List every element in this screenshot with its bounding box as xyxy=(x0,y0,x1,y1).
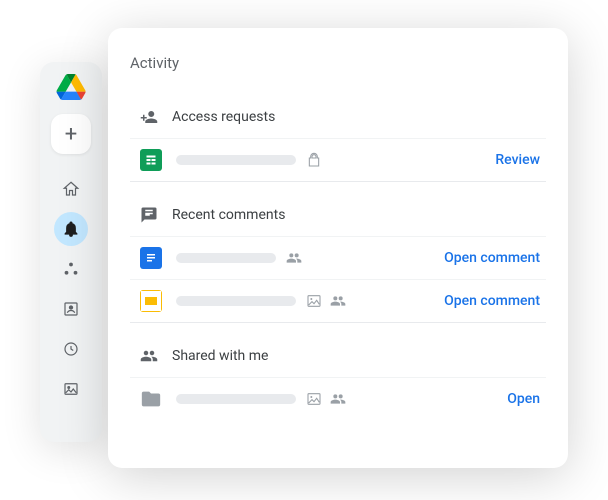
person-box-icon xyxy=(62,300,80,318)
photo-icon xyxy=(62,380,80,398)
people-icon xyxy=(330,293,346,309)
comment-icon xyxy=(140,206,158,224)
list-item[interactable]: Open comment xyxy=(130,236,546,279)
open-comment-link[interactable]: Open comment xyxy=(444,250,540,266)
new-button[interactable]: + xyxy=(51,114,91,154)
slides-icon xyxy=(140,290,162,312)
nav-activity[interactable] xyxy=(54,212,88,246)
clock-icon xyxy=(62,340,80,358)
activity-panel: Activity Access requests Review Recent c… xyxy=(108,28,568,468)
panel-title: Activity xyxy=(130,54,546,72)
section-label: Shared with me xyxy=(172,348,268,364)
image-icon xyxy=(306,293,322,309)
nav-workspaces[interactable] xyxy=(54,252,88,286)
file-name-placeholder xyxy=(176,155,296,165)
sidebar: + xyxy=(40,62,102,442)
section-recent-comments: Recent comments Open comment Open commen… xyxy=(130,192,546,323)
nodes-icon xyxy=(62,260,80,278)
section-label: Recent comments xyxy=(172,207,285,223)
review-link[interactable]: Review xyxy=(495,152,540,168)
folder-icon xyxy=(140,388,162,410)
section-header-access: Access requests xyxy=(130,94,546,138)
image-icon xyxy=(306,391,322,407)
nav-photos[interactable] xyxy=(54,372,88,406)
lock-icon xyxy=(306,152,322,168)
docs-icon xyxy=(140,247,162,269)
sheets-icon xyxy=(140,149,162,171)
home-icon xyxy=(62,180,80,198)
section-label: Access requests xyxy=(172,109,275,125)
section-shared-with-me: Shared with me Open xyxy=(130,333,546,420)
open-link[interactable]: Open xyxy=(507,391,540,407)
file-name-placeholder xyxy=(176,296,296,306)
nav-home[interactable] xyxy=(54,172,88,206)
open-comment-link[interactable]: Open comment xyxy=(444,293,540,309)
nav-recent[interactable] xyxy=(54,332,88,366)
bell-icon xyxy=(62,220,80,238)
list-item[interactable]: Review xyxy=(130,138,546,181)
person-add-icon xyxy=(140,108,158,126)
people-icon xyxy=(286,250,302,266)
section-header-shared: Shared with me xyxy=(130,333,546,377)
file-name-placeholder xyxy=(176,394,296,404)
list-item[interactable]: Open xyxy=(130,377,546,420)
section-access-requests: Access requests Review xyxy=(130,94,546,182)
section-header-comments: Recent comments xyxy=(130,192,546,236)
people-icon xyxy=(330,391,346,407)
list-item[interactable]: Open comment xyxy=(130,279,546,322)
people-icon xyxy=(140,347,158,365)
nav-contacts[interactable] xyxy=(54,292,88,326)
drive-logo-icon xyxy=(56,74,86,100)
file-name-placeholder xyxy=(176,253,276,263)
